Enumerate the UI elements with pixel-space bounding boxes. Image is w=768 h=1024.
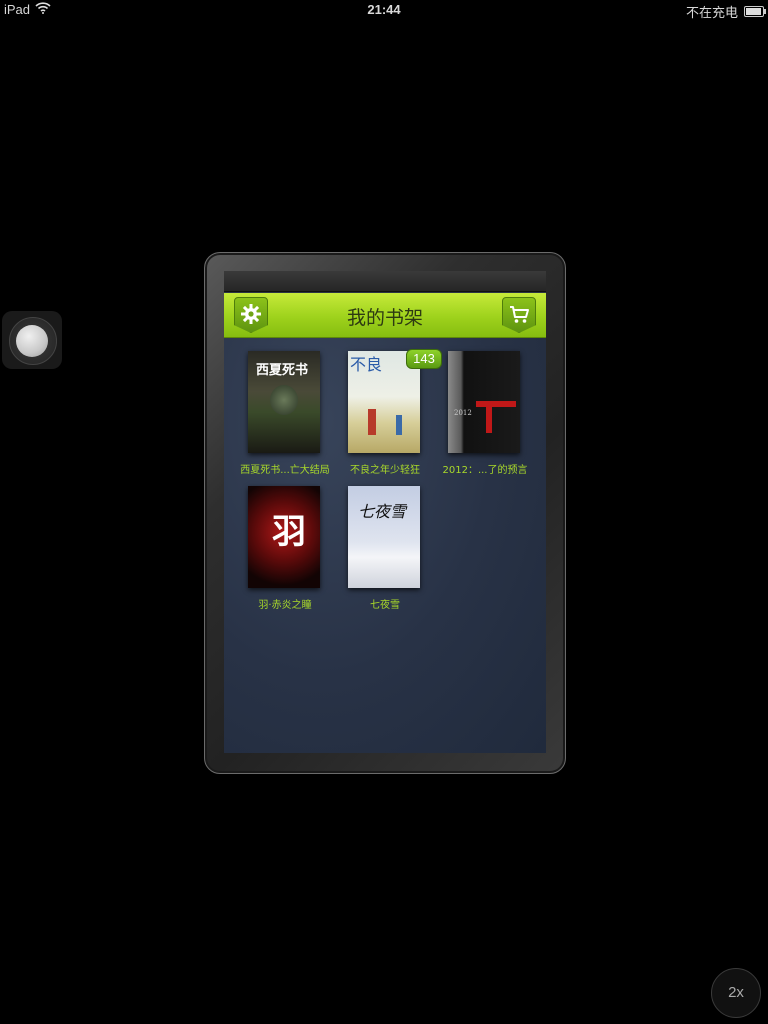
book-cover-title: 羽 xyxy=(272,512,306,552)
book-cover-title: 西夏死书 xyxy=(256,363,309,378)
book-cover[interactable]: 七夜雪 xyxy=(348,486,420,588)
book-cover[interactable]: 西夏死书 xyxy=(248,351,320,453)
book-title: 西夏死书...亡大结局 xyxy=(240,465,330,476)
status-time: 21:44 xyxy=(367,2,401,17)
page-title: 我的书架 xyxy=(346,307,423,329)
assistive-touch-dot xyxy=(16,325,48,357)
book-title: 羽·赤炎之瞳 xyxy=(258,600,312,611)
book-title: 不良之年少轻狂 xyxy=(350,465,420,476)
zoom-2x-button[interactable]: 2x xyxy=(711,968,761,1018)
book-cover-title: 2012 xyxy=(454,409,472,417)
book-title: 七夜雪 xyxy=(370,600,400,611)
nav-bar: 我的书架 xyxy=(224,293,546,338)
assistive-touch-button[interactable] xyxy=(2,311,62,369)
cart-icon xyxy=(510,306,529,323)
book-cover-title: 不良 xyxy=(350,355,383,374)
book-title: 2012：...了的预言 xyxy=(442,465,528,476)
app-screen: 我的书架 西夏死书 西夏死书...亡大结局 不良 143 不良之年少轻狂 201… xyxy=(224,271,546,753)
book-cover-title: 七夜雪 xyxy=(358,502,407,521)
book-cover[interactable]: 羽 xyxy=(248,486,320,588)
status-bar: iPad 21:44 不在充电 xyxy=(0,0,768,20)
update-count-badge: 143 xyxy=(406,349,442,369)
charging-status: 不在充电 xyxy=(685,5,738,20)
battery-icon xyxy=(744,6,766,17)
app-top-strip xyxy=(224,271,546,292)
bookshelf: 西夏死书 西夏死书...亡大结局 不良 143 不良之年少轻狂 2012 201… xyxy=(224,338,546,753)
device-frame: 我的书架 西夏死书 西夏死书...亡大结局 不良 143 不良之年少轻狂 201… xyxy=(204,252,566,774)
book-cover[interactable]: 2012 xyxy=(448,351,520,453)
